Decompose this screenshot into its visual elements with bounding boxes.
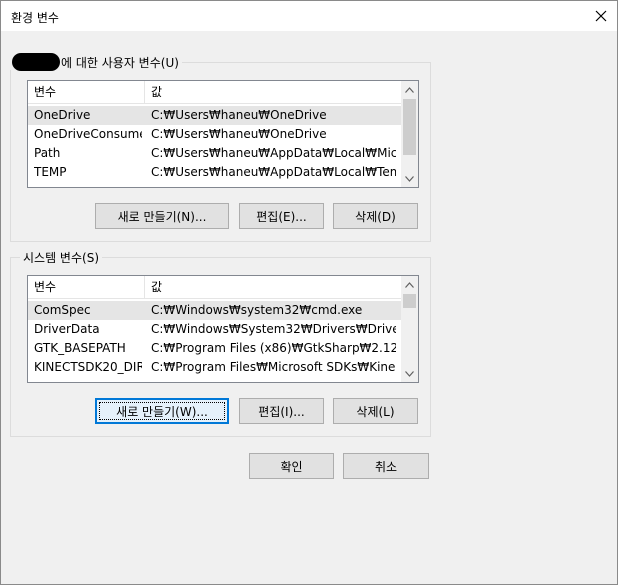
column-header-value[interactable]: 값 bbox=[145, 81, 401, 103]
system-delete-button[interactable]: 삭제(L) bbox=[333, 398, 418, 424]
chevron-up-icon bbox=[405, 281, 414, 288]
scroll-thumb[interactable] bbox=[403, 294, 416, 308]
variable-name: TEMP bbox=[34, 165, 67, 179]
list-header: 변수 값 bbox=[28, 81, 401, 104]
variable-name: Path bbox=[34, 146, 61, 160]
variable-name: GTK_BASEPATH bbox=[34, 341, 126, 355]
chevron-up-icon bbox=[405, 86, 414, 93]
variable-name: KINECTSDK20_DIR bbox=[34, 360, 142, 374]
chevron-down-icon bbox=[405, 370, 414, 377]
title-bar: 환경 변수 bbox=[1, 1, 617, 31]
chevron-down-icon bbox=[405, 175, 414, 182]
table-row[interactable]: KINECTSDK20_DIR C:₩Program Files₩Microso… bbox=[28, 358, 401, 377]
scroll-down-button[interactable] bbox=[401, 365, 418, 382]
variable-name: DriverData bbox=[34, 322, 100, 336]
variable-value: C:₩Users₩haneu₩AppData₩Local₩Temp bbox=[151, 165, 396, 179]
variable-value: C:₩Users₩haneu₩OneDrive bbox=[151, 127, 327, 141]
system-variables-legend: 시스템 변수(S) bbox=[20, 249, 102, 265]
scroll-up-button[interactable] bbox=[401, 276, 418, 293]
system-variables-list[interactable]: 변수 값 ComSpec C:₩Windows₩system32₩cmd.exe… bbox=[27, 275, 419, 383]
table-row[interactable]: OneDriveConsumer C:₩Users₩haneu₩OneDrive bbox=[28, 125, 401, 144]
scroll-thumb[interactable] bbox=[403, 99, 416, 155]
user-delete-button[interactable]: 삭제(D) bbox=[333, 203, 418, 229]
user-variables-list[interactable]: 변수 값 OneDrive C:₩Users₩haneu₩OneDrive On… bbox=[27, 80, 419, 188]
user-variables-group: 에 대한 사용자 변수(U) 변수 값 OneDrive C:₩Users₩ha… bbox=[9, 53, 431, 242]
scroll-down-button[interactable] bbox=[401, 170, 418, 187]
cancel-button[interactable]: 취소 bbox=[343, 453, 429, 479]
user-edit-button[interactable]: 편집(E)... bbox=[239, 203, 324, 229]
user-variables-legend: 에 대한 사용자 변수(U) bbox=[9, 53, 182, 71]
scroll-up-button[interactable] bbox=[401, 81, 418, 98]
table-row[interactable]: TEMP C:₩Users₩haneu₩AppData₩Local₩Temp bbox=[28, 163, 401, 182]
focus-rectangle bbox=[99, 402, 225, 420]
variable-value: C:₩Windows₩System32₩Drivers₩DriverData bbox=[151, 322, 396, 336]
variable-value: C:₩Program Files (x86)₩GtkSharp₩2.12₩ bbox=[151, 341, 396, 355]
list-header: 변수 값 bbox=[28, 276, 401, 299]
variable-value: C:₩Users₩haneu₩AppData₩Local₩Micros... bbox=[151, 146, 396, 160]
user-new-button[interactable]: 새로 만들기(N)... bbox=[95, 203, 229, 229]
system-variables-label: 시스템 변수(S) bbox=[23, 250, 99, 265]
column-header-variable[interactable]: 변수 bbox=[28, 276, 145, 298]
table-row[interactable]: ComSpec C:₩Windows₩system32₩cmd.exe bbox=[28, 301, 401, 320]
table-row[interactable]: Path C:₩Users₩haneu₩AppData₩Local₩Micros… bbox=[28, 144, 401, 163]
variable-name: OneDrive bbox=[34, 108, 91, 122]
variable-name: ComSpec bbox=[34, 303, 91, 317]
system-new-button[interactable]: 새로 만들기(W)... bbox=[95, 398, 229, 424]
vertical-scrollbar[interactable] bbox=[401, 276, 418, 382]
table-row[interactable]: GTK_BASEPATH C:₩Program Files (x86)₩GtkS… bbox=[28, 339, 401, 358]
column-header-value[interactable]: 값 bbox=[145, 276, 401, 298]
table-row[interactable]: OneDrive C:₩Users₩haneu₩OneDrive bbox=[28, 106, 401, 125]
variable-value: C:₩Program Files₩Microsoft SDKs₩Kinect..… bbox=[151, 360, 396, 374]
variable-value: C:₩Users₩haneu₩OneDrive bbox=[151, 108, 327, 122]
environment-variables-dialog: 환경 변수 에 대한 사용자 변수(U) 변수 값 OneDrive C:₩Us… bbox=[0, 0, 618, 585]
close-button[interactable] bbox=[585, 1, 617, 31]
vertical-scrollbar[interactable] bbox=[401, 81, 418, 187]
user-variables-label: 에 대한 사용자 변수(U) bbox=[61, 55, 179, 70]
close-icon bbox=[595, 10, 607, 22]
window-title: 환경 변수 bbox=[11, 11, 59, 25]
ok-button[interactable]: 확인 bbox=[249, 453, 334, 479]
variable-name: OneDriveConsumer bbox=[34, 127, 142, 141]
table-row[interactable]: DriverData C:₩Windows₩System32₩Drivers₩D… bbox=[28, 320, 401, 339]
system-edit-button[interactable]: 편집(I)... bbox=[239, 398, 324, 424]
system-variables-group: 시스템 변수(S) 변수 값 ComSpec C:₩Windows₩system… bbox=[10, 249, 431, 437]
column-header-variable[interactable]: 변수 bbox=[28, 81, 145, 103]
variable-value: C:₩Windows₩system32₩cmd.exe bbox=[151, 303, 363, 317]
redacted-username bbox=[12, 53, 60, 71]
